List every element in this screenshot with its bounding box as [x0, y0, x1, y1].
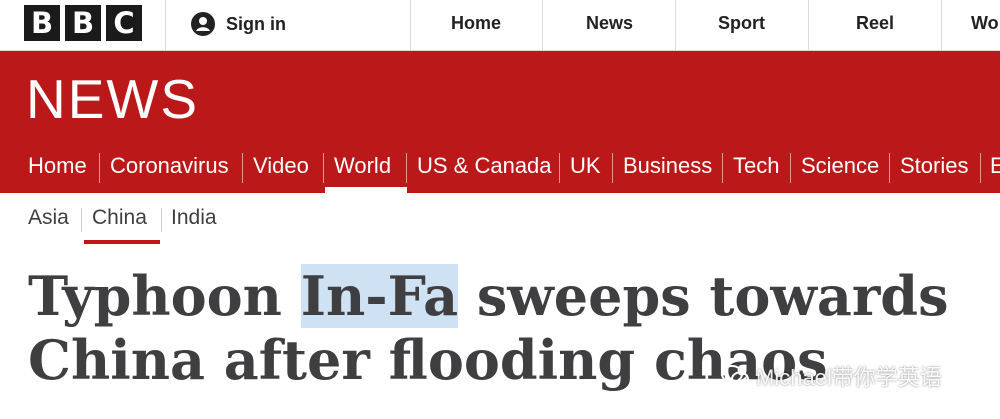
watermark: Michael带你学英语: [720, 360, 942, 392]
divider: [165, 0, 166, 50]
sign-in-label: Sign in: [226, 13, 286, 34]
headline-text: Typhoon: [28, 264, 301, 328]
top-nav-worklife[interactable]: Wo: [971, 13, 999, 34]
user-icon: [191, 12, 215, 36]
bbc-logo-letter: C: [106, 5, 142, 41]
nav-separator: [559, 153, 560, 183]
watermark-text: Michael带你学英语: [756, 365, 942, 390]
nav-separator: [889, 153, 890, 183]
top-bar: B B C Sign in Home News Sport Reel Wo: [0, 0, 1000, 51]
subnav-separator: [81, 208, 82, 232]
sign-in-link[interactable]: Sign in: [190, 11, 286, 37]
subnav-item-india[interactable]: India: [171, 206, 217, 230]
divider: [941, 0, 942, 50]
nav-item-tech[interactable]: Tech: [733, 153, 779, 179]
nav-item-science[interactable]: Science: [801, 153, 879, 179]
subnav-item-asia[interactable]: Asia: [28, 206, 69, 230]
nav-separator: [980, 153, 981, 183]
nav-item-world[interactable]: World: [334, 153, 391, 179]
nav-item-uk[interactable]: UK: [570, 153, 601, 179]
wechat-icon: [721, 365, 749, 387]
bbc-logo[interactable]: B B C: [24, 5, 142, 41]
nav-separator: [242, 153, 243, 183]
section-nav: Home Coronavirus Video World US & Canada…: [0, 141, 1000, 193]
divider: [808, 0, 809, 50]
nav-item-video[interactable]: Video: [253, 153, 309, 179]
headline-highlight: In-Fa: [300, 264, 459, 328]
active-subnav-indicator: [84, 240, 160, 244]
active-nav-indicator: [325, 187, 407, 193]
top-nav-sport[interactable]: Sport: [718, 13, 765, 34]
nav-separator: [323, 153, 324, 183]
top-nav-reel[interactable]: Reel: [856, 13, 894, 34]
divider: [675, 0, 676, 50]
nav-separator: [406, 153, 407, 183]
divider: [410, 0, 411, 50]
nav-item-us-canada[interactable]: US & Canada: [417, 153, 552, 179]
divider: [542, 0, 543, 50]
nav-separator: [722, 153, 723, 183]
nav-item-business[interactable]: Business: [623, 153, 712, 179]
top-nav-news[interactable]: News: [586, 13, 633, 34]
subnav-item-china[interactable]: China: [92, 206, 147, 230]
subnav-separator: [161, 208, 162, 232]
news-wordmark[interactable]: NEWS: [26, 67, 199, 131]
top-nav-home[interactable]: Home: [451, 13, 501, 34]
nav-item-more[interactable]: E: [990, 153, 1000, 179]
nav-item-stories[interactable]: Stories: [900, 153, 968, 179]
nav-separator: [99, 153, 100, 183]
bbc-logo-letter: B: [65, 5, 101, 41]
nav-separator: [790, 153, 791, 183]
nav-separator: [612, 153, 613, 183]
bbc-logo-letter: B: [24, 5, 60, 41]
nav-item-home[interactable]: Home: [28, 153, 87, 179]
nav-item-coronavirus[interactable]: Coronavirus: [110, 153, 229, 179]
